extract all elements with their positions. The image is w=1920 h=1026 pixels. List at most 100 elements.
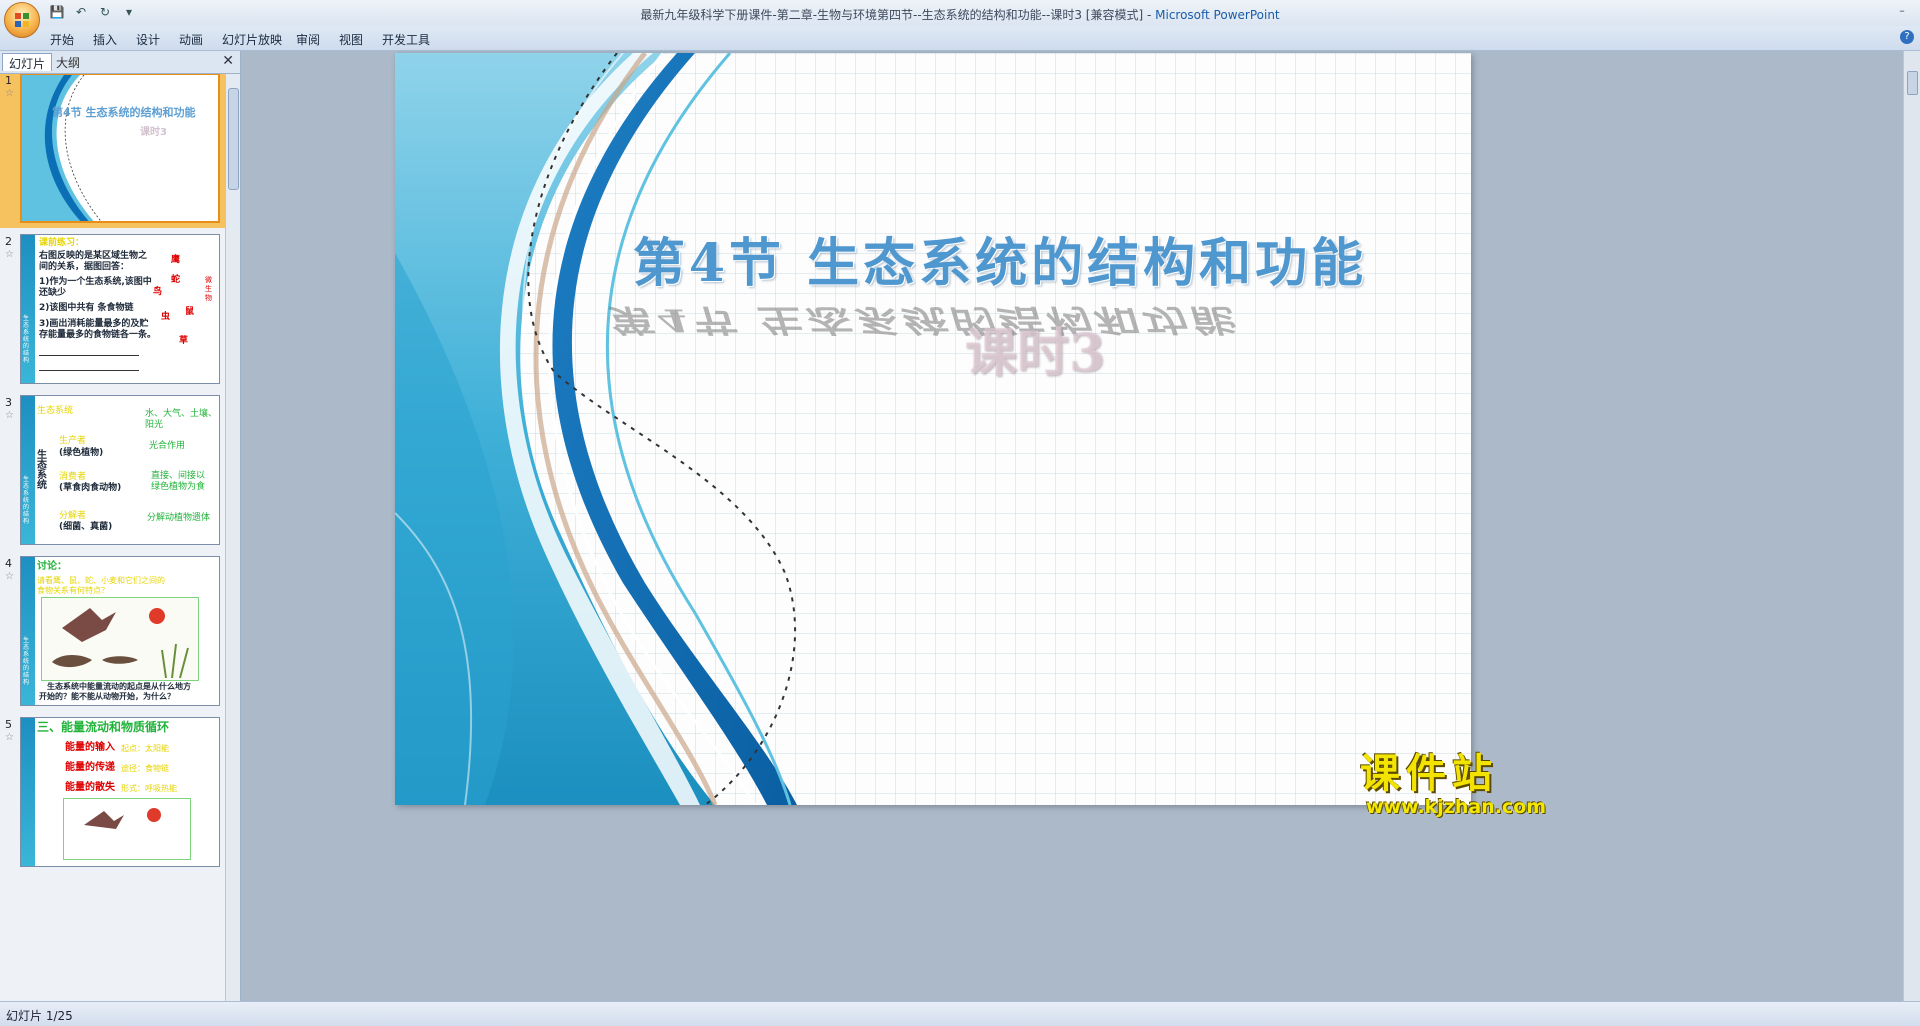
document-title: 最新九年级科学下册课件-第二章-生物与环境第四节--生态系统的结构和功能--课时…	[640, 8, 1156, 22]
animation-star-icon: ☆	[5, 249, 14, 260]
animation-star-icon: ☆	[5, 410, 14, 421]
help-icon[interactable]: ?	[1900, 30, 1914, 44]
thumb-text: 讨论：	[37, 561, 67, 572]
slide-number: 5	[5, 718, 12, 731]
food-web-label: 物	[205, 294, 212, 302]
tab-slideshow[interactable]: 幻灯片放映	[222, 31, 282, 48]
tab-home[interactable]: 开始	[50, 31, 74, 48]
slide-preview: 生态系统的结构 课前练习： 右图反映的是某区域生物之 间的关系，据图回答： 1)…	[20, 234, 220, 384]
thumb-text: 三、能量流动和物质循环	[37, 720, 170, 734]
slide-preview: 第4节 生态系统的结构和功能 课时3	[20, 74, 220, 223]
thumb-text: 右图反映的是某区域生物之	[39, 251, 148, 261]
thumb-text: (绿色植物)	[59, 448, 104, 458]
thumb-text: 能量的传递	[65, 762, 115, 773]
thumb-text: 2)该图中共有 条食物链	[39, 303, 134, 313]
wave-background-graphic	[395, 53, 797, 805]
editor-vertical-scrollbar[interactable]	[1903, 51, 1920, 1001]
thumb-text: 间的关系，据图回答：	[39, 262, 130, 272]
slide-thumbnail-2[interactable]: 2 ☆ 生态系统的结构 课前练习： 右图反映的是某区域生物之 间的关系，据图回答…	[0, 231, 226, 389]
answer-line	[39, 370, 139, 371]
slide-counter: 幻灯片 1/25	[6, 1009, 73, 1023]
thumb-text: (细菌、真菌)	[59, 522, 113, 532]
side-stripe: 生态系统的结构	[21, 396, 35, 544]
watermark-logo-text: 课件站	[1360, 751, 1498, 797]
side-stripe: 生态系统的结构	[21, 557, 35, 705]
animation-star-icon: ☆	[5, 732, 14, 743]
ribbon-tab-bar: 开始 插入 设计 动画 幻灯片放映 审阅 视图 开发工具 ?	[0, 26, 1920, 51]
slide-title[interactable]: 第4节 生态系统的结构和功能	[555, 221, 1445, 296]
tab-outline[interactable]: 大纲	[50, 53, 86, 71]
slide-thumbnail-3[interactable]: 3 ☆ 生态系统的结构 生态系统 生产者 (绿色植物) 消费者 (草食肉食动物)…	[0, 392, 226, 550]
slide-thumbnail-1[interactable]: 1 ☆ 第4节 生态系统的结构和功能 课时3	[0, 74, 226, 228]
tab-design[interactable]: 设计	[136, 31, 160, 48]
close-panel-icon[interactable]: ✕	[222, 53, 234, 69]
panel-scrollbar[interactable]	[225, 74, 240, 1001]
scrollbar-thumb[interactable]	[1907, 71, 1918, 95]
office-button[interactable]	[4, 2, 40, 38]
food-web-label: 草	[179, 336, 189, 346]
food-web-label: 蛇	[171, 275, 181, 285]
thumb-text: 直接、间接以	[151, 471, 206, 481]
tab-slides[interactable]: 幻灯片	[2, 53, 53, 71]
thumb-text: 消费者	[59, 472, 87, 482]
tab-developer[interactable]: 开发工具	[382, 31, 430, 48]
title-reflection: 第4节 生态系统的结构和功能	[603, 302, 1245, 338]
food-web-label: 鼠	[185, 307, 195, 317]
slides-panel: 幻灯片 大纲 ✕ 1 ☆ 第4节 生态系统的结构和功能 课时3 2 ☆ 生态系统…	[0, 51, 241, 1001]
animals-illustration	[52, 608, 189, 679]
slide-subtitle[interactable]: 课时3	[965, 311, 1105, 386]
slide-number: 3	[5, 396, 12, 409]
status-bar: 幻灯片 1/25	[0, 1001, 1920, 1026]
wave-graphic	[22, 75, 102, 221]
food-web-label: 鹰	[171, 255, 181, 265]
thumb-text: 还缺少	[39, 288, 67, 298]
tab-review[interactable]: 审阅	[296, 31, 320, 48]
current-slide[interactable]: 第4节 生态系统的结构和功能 第4节 生态系统的结构和功能 课时3	[395, 53, 1471, 805]
food-web-label: 鸟	[153, 287, 163, 297]
side-stripe	[21, 718, 35, 866]
minimize-button[interactable]: –	[1890, 4, 1914, 18]
thumb-text: 生态系统	[37, 450, 47, 491]
thumb-subtitle: 课时3	[140, 127, 167, 138]
thumb-text: 分解动植物遗体	[147, 513, 211, 523]
thumb-text: 生态系统	[37, 406, 74, 416]
thumb-text: 起点：太阳能	[121, 744, 169, 753]
slide-number: 4	[5, 557, 12, 570]
thumb-text: 课前练习：	[39, 238, 85, 248]
animation-star-icon: ☆	[5, 571, 14, 582]
tab-view[interactable]: 视图	[339, 31, 363, 48]
thumb-text: 能量的输入	[65, 742, 115, 753]
food-web-label: 虫	[161, 312, 171, 322]
side-stripe: 生态系统的结构	[21, 235, 35, 383]
thumb-title: 第4节 生态系统的结构和功能	[52, 106, 196, 119]
thumb-text: 存能量最多的食物链各一条。	[39, 330, 157, 340]
thumb-text: 水、大气、土壤、	[145, 409, 218, 419]
window-title: 最新九年级科学下册课件-第二章-生物与环境第四节--生态系统的结构和功能--课时…	[0, 6, 1920, 23]
title-bar: 💾 ↶ ↻ ▾ 最新九年级科学下册课件-第二章-生物与环境第四节--生态系统的结…	[0, 0, 1920, 38]
slide-thumbnail-4[interactable]: 4 ☆ 生态系统的结构 讨论： 请看鹰、鼠、蛇、小麦和它们之间的 食物关系有何特…	[0, 553, 226, 711]
thumb-text: 分解者	[59, 511, 87, 521]
slide-thumbnail-list: 1 ☆ 第4节 生态系统的结构和功能 课时3 2 ☆ 生态系统的结构 课前练习：…	[0, 74, 226, 1001]
thumb-text: 开始的？能不能从动物开始，为什么？	[39, 692, 175, 701]
slide-preview: 生态系统的结构 生态系统 生产者 (绿色植物) 消费者 (草食肉食动物) 分解者…	[20, 395, 220, 545]
office-logo-icon	[15, 13, 29, 27]
answer-line	[39, 355, 139, 356]
tab-insert[interactable]: 插入	[93, 31, 117, 48]
slide-preview: 三、能量流动和物质循环 能量的输入 能量的传递 能量的散失 起点：太阳能 途径：…	[20, 717, 220, 867]
site-watermark: 课件站 www.kjzhan.com	[1360, 752, 1556, 822]
app-name: Microsoft PowerPoint	[1155, 8, 1280, 22]
panel-tab-bar: 幻灯片 大纲 ✕	[0, 51, 240, 74]
thumb-text: 绿色植物为食	[151, 482, 206, 492]
thumb-text: (草食肉食动物)	[59, 483, 122, 493]
thumb-text: 食物关系有何特点？	[37, 586, 109, 595]
thumb-text: 阳光	[145, 420, 164, 430]
thumb-text: 能量的散失	[65, 782, 115, 793]
slide-thumbnail-5[interactable]: 5 ☆ 三、能量流动和物质循环 能量的输入 能量的传递 能量的散失 起点：太阳能…	[0, 714, 226, 872]
thumb-text: 生产者	[59, 436, 87, 446]
thumb-text: 形式：呼吸热能	[121, 784, 177, 793]
slide-number: 1	[5, 74, 12, 87]
tab-animations[interactable]: 动画	[179, 31, 203, 48]
scrollbar-thumb[interactable]	[228, 88, 239, 190]
thumb-text: 1)作为一个生态系统,该图中	[39, 277, 152, 287]
animals-illustration	[84, 808, 161, 829]
